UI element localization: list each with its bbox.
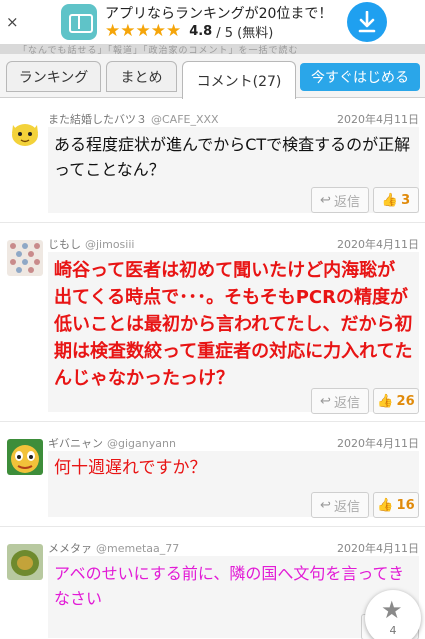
comment-date: 2020年4月11日 [337,113,419,126]
like-button[interactable]: 👍 3 [373,187,419,213]
comment-text: ある程度症状が進んでからCTで検査するのが正解ってことなん？ [54,135,411,179]
favorite-star-button[interactable]: ★ 4 [365,590,421,639]
reply-icon: ↩ [320,192,331,208]
rating-scale: / 5 (無料) [216,25,274,41]
thumbs-up-icon: 👍 [381,192,399,208]
like-count: 16 [396,497,415,513]
ghost-strip-text: 「なんでも話せる」「報道」「政治家のコメント」を一括で読む [18,46,299,54]
comment-date: 2020年4月11日 [337,238,419,251]
avatar[interactable] [7,439,43,475]
comment-author[interactable]: また結婚したバツ３ [48,113,147,126]
comment-header: ギバニャン @giganyann 2020年4月11日 [48,435,419,451]
reply-label: 返信 [333,395,360,411]
reply-button[interactable]: ↩ 返信 [311,388,369,414]
star-icon: ★ [381,596,403,624]
like-count: 26 [396,393,415,409]
comment-text: アベのせいにする前に、隣の国へ文句を言ってきなさい [54,564,405,608]
rating-score: 4.8 [189,23,213,39]
comment-author[interactable]: じもし [48,238,81,251]
avatar[interactable] [7,240,43,276]
start-now-button[interactable]: 今すぐはじめる [300,63,420,91]
comment-date: 2020年4月11日 [337,437,419,450]
tab-comments[interactable]: コメント(27) [182,61,296,99]
comment-item: メメタァ @memetaa_77 2020年4月11日 アベのせいにする前に、隣の… [0,528,425,639]
header-ghost-strip: 「なんでも話せる」「報道」「政治家のコメント」を一括で読む [0,44,425,54]
reply-button[interactable]: ↩ 返信 [311,492,369,518]
like-count: 3 [401,192,411,208]
like-button[interactable]: 👍 16 [373,492,419,518]
comment-header: メメタァ @memetaa_77 2020年4月11日 [48,540,419,556]
comment-handle: @giganyann [107,437,176,450]
app-logo-icon[interactable] [61,4,97,40]
tab-ranking[interactable]: ランキング [6,61,101,92]
avatar[interactable] [7,115,43,151]
thumbs-up-icon: 👍 [377,393,394,409]
like-button[interactable]: 👍 26 [373,388,419,414]
comment-header: また結婚したバツ３ @CAFE_XXX 2020年4月11日 [48,111,419,127]
comment-actions: ↩ 返信 👍 16 [311,492,419,518]
comment-item: また結婚したバツ３ @CAFE_XXX 2020年4月11日 ある程度症状が進んで… [0,99,425,223]
comment-list[interactable]: また結婚したバツ３ @CAFE_XXX 2020年4月11日 ある程度症状が進んで… [0,99,425,639]
comment-actions: ↩ 返信 👍 3 [311,187,419,213]
tab-matome[interactable]: まとめ [106,61,177,92]
reply-icon: ↩ [320,393,331,409]
reply-button[interactable]: ↩ 返信 [311,187,369,213]
app-banner: × アプリならランキングが20位まで！ ★★★★★ 4.8 / 5 (無料) [0,0,425,44]
comment-handle: @memetaa_77 [96,542,180,555]
thumbs-up-icon: 👍 [377,497,394,513]
comment-header: じもし @jimosiii 2020年4月11日 [48,236,419,252]
download-icon [358,11,376,33]
comment-author[interactable]: ギバニャン [48,437,103,450]
comment-handle: @jimosiii [85,238,135,251]
rating-stars-icon: ★★★★★ [105,21,182,41]
close-icon[interactable]: × [6,14,19,30]
comment-handle: @CAFE_XXX [151,113,219,126]
comment-item: ギバニャン @giganyann 2020年4月11日 何十週遅れですか？ ↩ 返… [0,423,425,527]
comment-actions: ↩ 返信 👍 26 [311,388,419,414]
avatar[interactable] [7,544,43,580]
reply-label: 返信 [333,499,360,515]
comment-date: 2020年4月11日 [337,542,419,555]
tab-bar: ランキング まとめ コメント(27) 今すぐはじめる [0,54,425,99]
download-button[interactable] [347,2,387,42]
banner-rating: ★★★★★ 4.8 / 5 (無料) [105,21,274,41]
comment-text: 何十週遅れですか？ [54,458,207,478]
comment-item: じもし @jimosiii 2020年4月11日 崎谷って医者は初めて聞いたけど内… [0,224,425,422]
comment-author[interactable]: メメタァ [48,542,92,555]
comment-text: 崎谷って医者は初めて聞いたけど内海聡が出てくる時点で･･･。そもそもPCRの精度… [54,260,413,389]
reply-icon: ↩ [320,497,331,513]
reply-label: 返信 [333,194,360,210]
favorite-count: 4 [389,624,397,637]
banner-promo-text: アプリならランキングが20位まで！ [105,6,333,22]
